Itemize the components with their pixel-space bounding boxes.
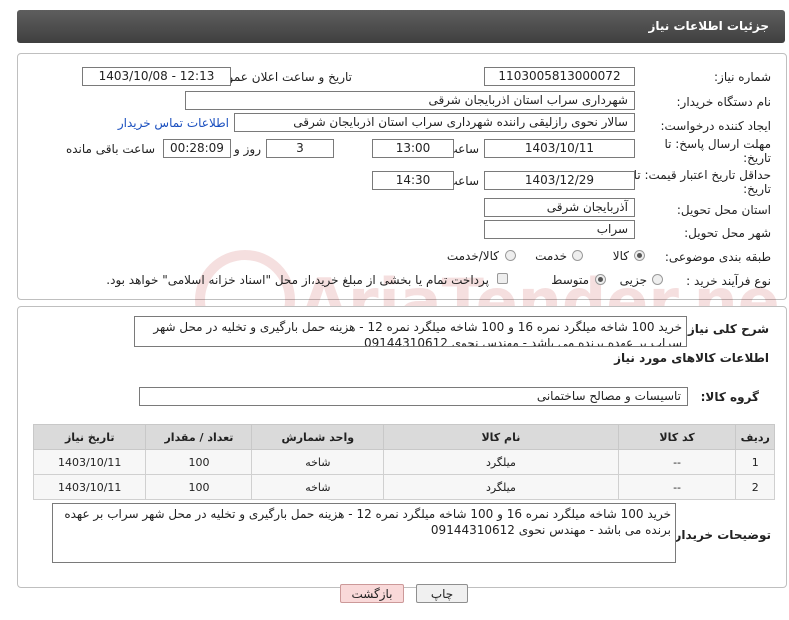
summary-label: شرح کلی نیاز:: [683, 322, 769, 336]
cell-name: میلگرد: [383, 474, 619, 500]
process-minor-label: جزیی: [619, 273, 647, 287]
process-label: نوع فرآیند خرید :: [686, 274, 771, 288]
cell-need-date: 1403/10/11: [32, 449, 147, 475]
goods-group-label: گروه کالا:: [700, 390, 759, 404]
deadline-label-line1: مهلت ارسال پاسخ: تا: [664, 137, 771, 151]
process-minor-radio[interactable]: [652, 274, 663, 285]
cell-code: --: [617, 474, 737, 500]
cell-unit: شاخه: [251, 474, 385, 500]
remaining-label: ساعت باقی مانده: [65, 142, 155, 156]
city-label: شهر محل تحویل:: [684, 226, 771, 240]
province-label: استان محل تحویل:: [676, 203, 771, 217]
process-medium-radio[interactable]: [595, 274, 606, 285]
col-code: کد کالا: [617, 424, 737, 450]
col-name: نام کالا: [383, 424, 619, 450]
table-row: 2 -- میلگرد شاخه 100 1403/10/11: [32, 474, 775, 500]
deadline-label-line2: تاریخ:: [743, 151, 771, 165]
province-field: آذربایجان شرقی: [484, 198, 635, 217]
deadline-label: مهلت ارسال پاسخ: تا تاریخ:: [664, 137, 771, 165]
goods-group-field: تاسیسات و مصالح ساختمانی: [139, 387, 688, 406]
price-valid-label: حداقل تاریخ اعتبار قیمت: تا تاریخ:: [634, 168, 771, 196]
days-field: 3: [266, 139, 334, 158]
cell-name: میلگرد: [383, 449, 619, 475]
print-button[interactable]: چاپ: [416, 584, 468, 603]
cell-unit: شاخه: [251, 449, 385, 475]
price-valid-date-field: 1403/12/29: [484, 171, 635, 190]
category-goods-label: کالا: [612, 249, 629, 263]
goods-section-title: اطلاعات کالاهای مورد نیاز: [614, 351, 769, 365]
category-service-radio[interactable]: [572, 250, 583, 261]
buyer-notes-label: توضیحات خریدار:: [669, 528, 771, 542]
need-number-field: 1103005813000072: [484, 67, 635, 86]
city-field: سراب: [484, 220, 635, 239]
col-need-date: تاریخ نیاز: [32, 424, 147, 450]
cell-quantity: 100: [145, 474, 253, 500]
buyer-notes-text: خرید 100 شاخه میلگرد نمره 16 و 100 شاخه …: [52, 503, 676, 563]
cell-code: --: [617, 449, 737, 475]
need-number-label: شماره نیاز:: [714, 70, 771, 84]
summary-text: خرید 100 شاخه میلگرد نمره 16 و 100 شاخه …: [134, 316, 687, 347]
days-label: روز و: [234, 142, 261, 156]
goods-table-header: ردیف کد کالا نام کالا واحد شمارش تعداد /…: [32, 424, 775, 450]
cell-row: 2: [735, 474, 775, 500]
deadline-time-field: 13:00: [372, 139, 454, 158]
buyer-org-label: نام دستگاه خریدار:: [676, 95, 772, 109]
category-label: طبقه بندی موضوعی:: [664, 250, 771, 264]
payment-note: پرداخت تمام یا بخشی از مبلغ خرید،از محل …: [106, 273, 489, 287]
category-goods-service-radio[interactable]: [505, 250, 516, 261]
cell-quantity: 100: [145, 449, 253, 475]
announce-field: 1403/10/08 - 12:13: [82, 67, 231, 86]
goods-table: ردیف کد کالا نام کالا واحد شمارش تعداد /…: [32, 424, 775, 500]
category-goods-radio[interactable]: [634, 250, 645, 261]
contact-buyer-link[interactable]: اطلاعات تماس خریدار: [118, 116, 229, 130]
price-valid-label-line2: تاریخ:: [743, 182, 771, 196]
creator-field: سالار نحوی رازلیقی راننده شهرداری سراب ا…: [234, 113, 635, 132]
col-quantity: تعداد / مقدار: [145, 424, 253, 450]
page-header: جزئیات اطلاعات نیاز: [17, 10, 785, 43]
price-valid-time-field: 14:30: [372, 171, 454, 190]
process-medium-label: متوسط: [551, 273, 589, 287]
table-row: 1 -- میلگرد شاخه 100 1403/10/11: [32, 449, 775, 475]
category-goods-service-label: کالا/خدمت: [446, 249, 499, 263]
category-service-label: خدمت: [535, 249, 567, 263]
buyer-org-field: شهرداری سراب استان اذربایجان شرقی: [185, 91, 635, 110]
col-unit: واحد شمارش: [251, 424, 385, 450]
cell-need-date: 1403/10/11: [32, 474, 147, 500]
cell-row: 1: [735, 449, 775, 475]
col-row: ردیف: [735, 424, 775, 450]
creator-label: ایجاد کننده درخواست:: [660, 119, 771, 133]
deadline-date-field: 1403/10/11: [484, 139, 635, 158]
payment-treasury-checkbox[interactable]: [497, 273, 508, 284]
remaining-time-field: 00:28:09: [163, 139, 231, 158]
price-valid-label-line1: حداقل تاریخ اعتبار قیمت: تا: [633, 168, 771, 182]
page-title: جزئیات اطلاعات نیاز: [648, 19, 769, 33]
back-button[interactable]: بازگشت: [340, 584, 404, 603]
